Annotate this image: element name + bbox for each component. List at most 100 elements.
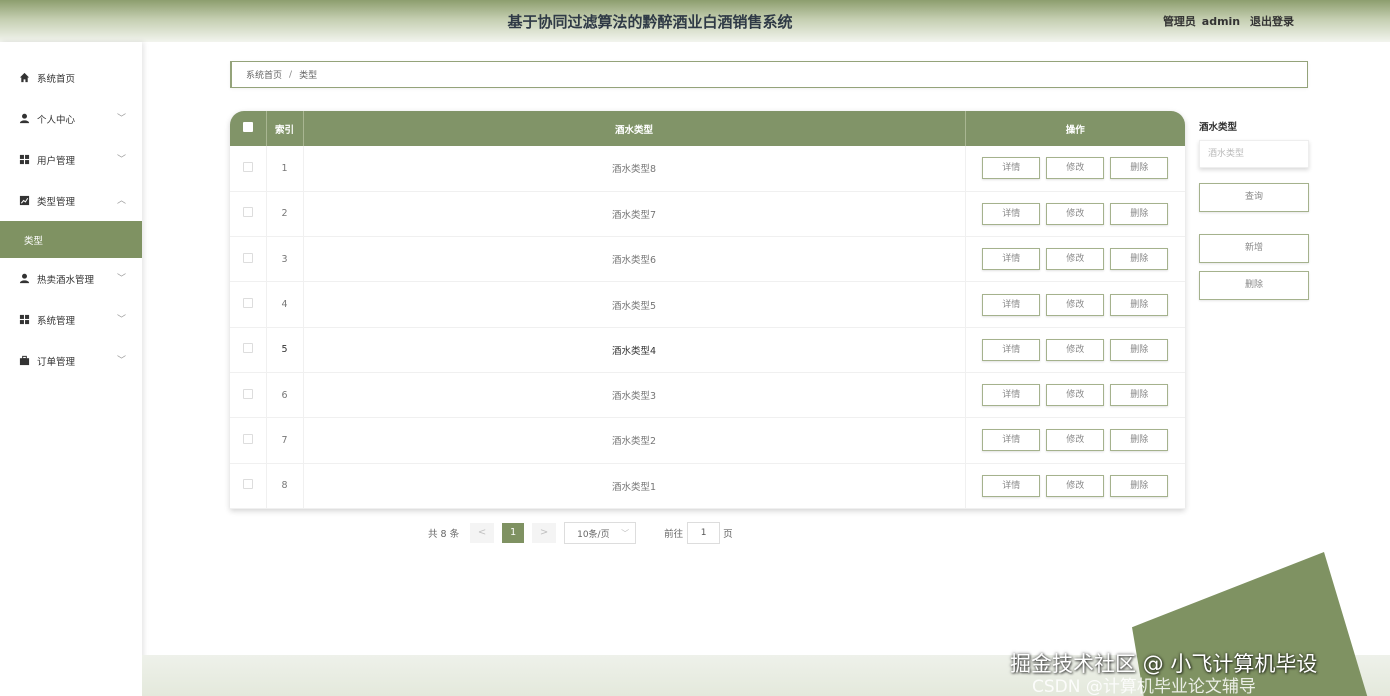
delete-button[interactable]: 删除: [1110, 157, 1169, 180]
page-size-value: 10条/页: [577, 529, 610, 540]
breadcrumb-current: 类型: [299, 71, 318, 81]
logout-link[interactable]: 退出登录: [1250, 15, 1294, 28]
row-operations: 详情 修改 删除: [965, 418, 1185, 463]
top-header: 基于协同过滤算法的黔醉酒业白酒销售系统 管理员 admin 退出登录: [0, 0, 1390, 42]
row-index: 8: [266, 463, 304, 509]
row-checkbox[interactable]: [230, 236, 267, 282]
sidebar-item-label: 系统管理: [37, 315, 76, 327]
delete-button[interactable]: 删除: [1110, 384, 1169, 407]
row-checkbox[interactable]: [230, 281, 267, 328]
search-label: 酒水类型: [1199, 122, 1238, 133]
detail-button[interactable]: 详情: [982, 157, 1041, 180]
row-checkbox[interactable]: [230, 417, 267, 464]
breadcrumb-home[interactable]: 系统首页: [246, 68, 282, 81]
delete-button[interactable]: 删除: [1110, 429, 1169, 452]
page-number-button[interactable]: 1: [502, 523, 525, 543]
sidebar-item-label: 个人中心: [37, 114, 76, 126]
pagination-total: 共 8 条: [428, 529, 460, 540]
sidebar-item-user-management[interactable]: 用户管理 ﹀: [0, 139, 142, 180]
edit-button[interactable]: 修改: [1046, 293, 1105, 316]
chevron-down-icon: ﹀: [116, 155, 126, 165]
sidebar-subitem-label: 类型: [24, 235, 44, 247]
chart-icon: [18, 195, 30, 207]
edit-button[interactable]: 修改: [1046, 474, 1105, 497]
detail-button[interactable]: 详情: [982, 293, 1041, 316]
edit-button[interactable]: 修改: [1046, 248, 1105, 271]
query-button[interactable]: 查询: [1199, 183, 1309, 212]
row-wine-type: 酒水类型8: [303, 146, 966, 192]
table-row: 8 酒水类型1 详情 修改 删除: [230, 463, 1185, 509]
sidebar-item-personal-center[interactable]: 个人中心 ﹀: [0, 98, 142, 139]
app-title: 基于协同过滤算法的黔醉酒业白酒销售系统: [507, 13, 793, 31]
row-operations: 详情 修改 删除: [965, 191, 1185, 236]
table-row: 6 酒水类型3 详情 修改 删除: [230, 372, 1185, 418]
detail-button[interactable]: 详情: [982, 429, 1041, 452]
briefcase-icon: [18, 355, 30, 367]
sidebar: 系统首页 个人中心 ﹀ 用户管理 ﹀ 类型管理 ︿ 类型 热卖酒水管理 ﹀ 系统…: [0, 42, 142, 696]
sidebar-item-home[interactable]: 系统首页: [0, 57, 142, 98]
row-checkbox[interactable]: [230, 372, 267, 418]
grid-icon: [18, 314, 30, 326]
sidebar-item-type-management[interactable]: 类型管理 ︿: [0, 180, 142, 221]
page-size-select[interactable]: 10条/页 ﹀: [564, 522, 637, 544]
detail-button[interactable]: 详情: [982, 248, 1041, 271]
delete-button[interactable]: 删除: [1110, 338, 1169, 361]
add-button[interactable]: 新增: [1199, 234, 1309, 263]
delete-button[interactable]: 删除: [1110, 248, 1169, 271]
sidebar-item-label: 系统首页: [37, 73, 76, 85]
grid-icon: [18, 154, 30, 166]
prev-page-button[interactable]: <: [470, 523, 495, 543]
chevron-down-icon: ﹀: [116, 356, 126, 366]
search-input[interactable]: [1199, 140, 1309, 168]
goto-prefix: 前往: [664, 529, 684, 540]
column-header-operations: 操作: [1065, 124, 1085, 136]
sidebar-item-label: 订单管理: [37, 356, 76, 368]
column-header-wine-type: 酒水类型: [303, 111, 966, 146]
detail-button[interactable]: 详情: [982, 338, 1041, 361]
row-wine-type: 酒水类型5: [303, 281, 966, 328]
row-checkbox[interactable]: [230, 191, 267, 237]
sidebar-item-label: 类型管理: [37, 196, 76, 208]
next-page-button[interactable]: >: [532, 523, 557, 543]
row-operations: 详情 修改 删除: [965, 282, 1185, 327]
select-all-checkbox[interactable]: [230, 111, 267, 146]
edit-button[interactable]: 修改: [1046, 157, 1105, 180]
delete-button[interactable]: 删除: [1110, 474, 1169, 497]
delete-button[interactable]: 删除: [1110, 293, 1169, 316]
sidebar-subitem-type[interactable]: 类型: [0, 221, 142, 258]
edit-button[interactable]: 修改: [1046, 202, 1105, 225]
edit-button[interactable]: 修改: [1046, 384, 1105, 407]
table-row: 1 酒水类型8 详情 修改 删除: [230, 146, 1185, 192]
row-checkbox[interactable]: [230, 146, 267, 192]
user-role: 管理员: [1162, 15, 1196, 28]
goto-page-input[interactable]: [687, 522, 721, 544]
row-operations: 详情 修改 删除: [965, 372, 1185, 417]
row-checkbox[interactable]: [230, 327, 267, 373]
row-index: 2: [266, 191, 304, 237]
row-operations: 详情 修改 删除: [965, 146, 1185, 191]
sidebar-item-label: 用户管理: [37, 155, 76, 167]
row-wine-type: 酒水类型2: [303, 417, 966, 464]
detail-button[interactable]: 详情: [982, 384, 1041, 407]
edit-button[interactable]: 修改: [1046, 429, 1105, 452]
breadcrumb-separator: /: [289, 69, 293, 80]
column-header-index: 索引: [266, 111, 304, 146]
row-wine-type: 酒水类型1: [303, 463, 966, 509]
sidebar-item-order-management[interactable]: 订单管理 ﹀: [0, 340, 142, 381]
chevron-down-icon: ﹀: [621, 529, 630, 538]
chevron-down-icon: ﹀: [116, 274, 126, 284]
detail-button[interactable]: 详情: [982, 202, 1041, 225]
row-index: 3: [266, 236, 304, 282]
batch-delete-button[interactable]: 删除: [1199, 271, 1309, 300]
row-index: 6: [266, 372, 304, 418]
table-header-row: 索引 酒水类型 操作: [230, 111, 1185, 146]
row-checkbox[interactable]: [230, 463, 267, 509]
sidebar-item-system-management[interactable]: 系统管理 ﹀: [0, 299, 142, 340]
delete-button[interactable]: 删除: [1110, 202, 1169, 225]
pagination: 共 8 条 < 1 > 10条/页 ﹀ 前往 页: [428, 522, 733, 544]
detail-button[interactable]: 详情: [982, 474, 1041, 497]
sidebar-item-hot-wine-management[interactable]: 热卖酒水管理 ﹀: [0, 258, 142, 299]
edit-button[interactable]: 修改: [1046, 338, 1105, 361]
row-wine-type: 酒水类型3: [303, 372, 966, 418]
sidebar-item-label: 热卖酒水管理: [37, 274, 95, 286]
